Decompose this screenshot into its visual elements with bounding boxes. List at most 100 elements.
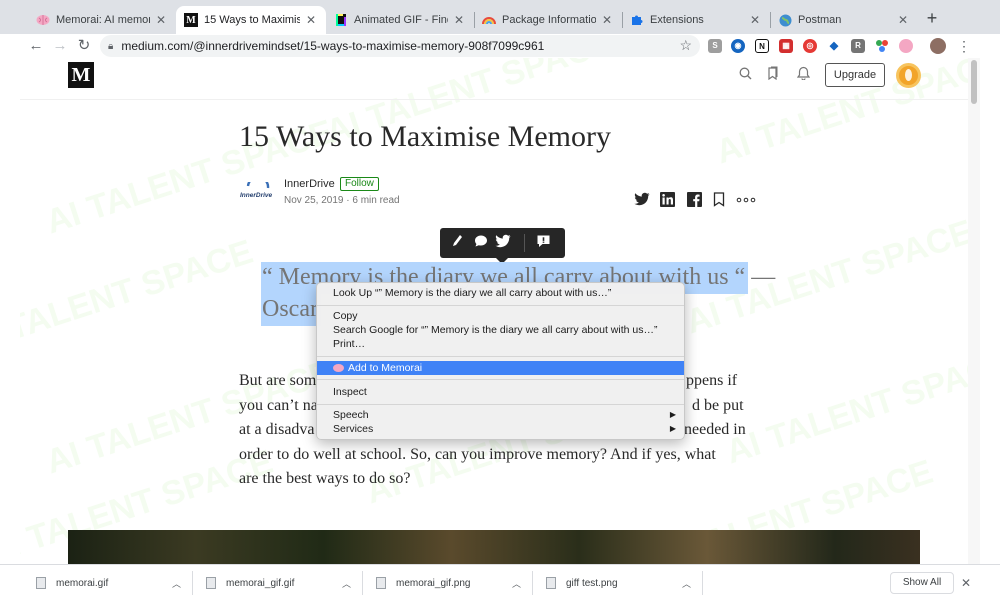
extension-palette-icon[interactable]	[875, 39, 889, 53]
file-icon	[376, 577, 386, 589]
download-item[interactable]: memorai_gif.gif ︿	[206, 565, 356, 600]
article-title: 15 Ways to Maximise Memory	[239, 120, 611, 153]
tab-giphy[interactable]: Animated GIF - Find & S ✕	[326, 6, 474, 34]
submenu-arrow-icon: ▶	[669, 424, 676, 433]
tab-postman[interactable]: Postman ✕	[770, 6, 918, 34]
medium-icon: M	[184, 13, 198, 27]
tab-extensions[interactable]: Extensions ✕	[622, 6, 770, 34]
tab-title: Package Information	[502, 14, 596, 26]
brain-icon	[333, 364, 344, 373]
twitter-share-selection-icon[interactable]	[494, 234, 512, 252]
scrollbar-thumb[interactable]	[971, 60, 977, 104]
chevron-up-icon: ︿	[512, 578, 522, 589]
download-item[interactable]: giff test.png ︿	[546, 565, 696, 600]
notion-icon[interactable]: N	[755, 39, 769, 53]
downloads-bar: memorai.gif ︿ memorai_gif.gif ︿ memorai_gi…	[0, 564, 1000, 600]
submenu-arrow-icon: ▶	[669, 410, 676, 419]
menu-item-search-google[interactable]: Search Google for “” Memory is the diary…	[317, 323, 684, 337]
menu-item-speech[interactable]: Speech ▶	[317, 408, 684, 422]
medium-logo[interactable]: M	[68, 62, 94, 88]
brain-icon	[36, 13, 50, 27]
medium-header: M Upgrade	[20, 58, 968, 100]
browser-toolbar: ← → ↻ 🔒︎ medium.com/@innerdrivemindset/1…	[0, 34, 1000, 58]
extension-diamond-icon[interactable]: ◆	[827, 39, 841, 53]
menu-item-look-up[interactable]: Look Up “” Memory is the diary we all ca…	[317, 286, 684, 300]
menu-item-inspect[interactable]: Inspect	[317, 385, 684, 399]
search-icon[interactable]	[736, 66, 754, 84]
download-item[interactable]: memorai.gif ︿	[36, 565, 186, 600]
chevron-up-icon: ︿	[172, 578, 182, 589]
extension-red-icon[interactable]: ▦	[779, 39, 793, 53]
file-icon	[546, 577, 556, 589]
tab-medium-article[interactable]: M 15 Ways to Maximise M ✕	[176, 6, 326, 34]
giphy-icon	[334, 13, 348, 27]
close-tab-icon[interactable]: ✕	[600, 13, 614, 27]
address-bar[interactable]: 🔒︎ medium.com/@innerdrivemindset/15-ways…	[100, 35, 700, 57]
profile-avatar[interactable]	[930, 38, 946, 54]
reload-button[interactable]: ↻	[74, 36, 94, 56]
tab-package-information[interactable]: Package Information ✕	[474, 6, 622, 34]
menu-item-print[interactable]: Print…	[317, 337, 684, 351]
tab-strip: Memorai: AI memory as ✕ M 15 Ways to Max…	[0, 0, 1000, 34]
paragraph-line: order to do well at school. So, can you …	[239, 446, 716, 463]
close-tab-icon[interactable]: ✕	[154, 13, 168, 27]
rainbow-icon	[482, 13, 496, 27]
download-item[interactable]: memorai_gif.png ︿	[376, 565, 526, 600]
menu-item-copy[interactable]: Copy	[317, 309, 684, 323]
close-tab-icon[interactable]: ✕	[452, 13, 466, 27]
author-logo-text: InnerDrive	[240, 192, 273, 199]
follow-button[interactable]: Follow	[340, 177, 379, 191]
bookmarks-icon[interactable]	[764, 66, 782, 84]
tab-memorai[interactable]: Memorai: AI memory as ✕	[28, 6, 176, 34]
linkedin-share-icon[interactable]	[660, 192, 676, 208]
author-name[interactable]: InnerDrive	[284, 178, 335, 190]
back-button[interactable]: ←	[26, 36, 46, 56]
url-text: medium.com/@innerdrivemindset/15-ways-to…	[121, 39, 545, 53]
forward-button[interactable]: →	[50, 36, 70, 56]
bookmark-icon[interactable]	[713, 192, 729, 208]
menu-kebab-icon[interactable]: ⋮	[954, 36, 974, 56]
article-meta: Nov 25, 2019 · 6 min read	[284, 195, 400, 206]
tab-title: Memorai: AI memory as	[56, 14, 150, 26]
twitter-share-icon[interactable]	[634, 192, 650, 208]
chevron-up-icon: ︿	[342, 578, 352, 589]
close-downloads-bar-icon[interactable]: ✕	[958, 573, 974, 593]
respond-bubble-icon[interactable]	[472, 234, 490, 252]
memorai-extension-icon[interactable]	[899, 39, 913, 53]
bookmark-star-icon[interactable]: ☆	[679, 37, 692, 54]
article-hero-image	[68, 530, 920, 564]
highlight-pen-icon[interactable]	[448, 234, 466, 252]
globe-icon	[778, 13, 792, 27]
paragraph-line: are the best ways to do so?	[239, 470, 411, 487]
context-menu: Look Up “” Memory is the diary we all ca…	[316, 282, 685, 440]
watermark: AI TALENT SPACE	[20, 232, 258, 362]
user-avatar[interactable]	[896, 63, 921, 88]
extension-eye-icon[interactable]: ◉	[731, 39, 745, 53]
file-icon	[206, 577, 216, 589]
highlight-toolbar	[440, 228, 565, 264]
page-scrollbar[interactable]	[968, 58, 980, 564]
file-icon	[36, 577, 46, 589]
extension-s-icon[interactable]: S	[708, 39, 722, 53]
close-tab-icon[interactable]: ✕	[748, 13, 762, 27]
close-tab-icon[interactable]: ✕	[896, 13, 910, 27]
show-all-downloads-button[interactable]: Show All	[890, 572, 954, 594]
tab-title: Extensions	[650, 14, 704, 26]
tab-title: Animated GIF - Find & S	[354, 14, 448, 26]
menu-item-services[interactable]: Services ▶	[317, 422, 684, 436]
innerdrive-logo[interactable]: InnerDrive	[240, 175, 276, 206]
private-note-icon[interactable]	[534, 234, 552, 252]
notifications-bell-icon[interactable]	[794, 66, 812, 84]
new-tab-button[interactable]: +	[922, 9, 942, 29]
chevron-up-icon: ︿	[682, 578, 692, 589]
tab-title: Postman	[798, 14, 842, 26]
menu-item-add-to-memorai[interactable]: Add to Memorai	[317, 361, 684, 375]
tab-title: 15 Ways to Maximise M	[204, 14, 300, 26]
upgrade-button[interactable]: Upgrade	[825, 63, 885, 87]
facebook-share-icon[interactable]	[687, 192, 703, 208]
extension-target-icon[interactable]: ◎	[803, 39, 817, 53]
extension-r-icon[interactable]: R	[851, 39, 865, 53]
pull-quote-line: Oscar	[262, 296, 318, 322]
more-options-icon[interactable]	[736, 192, 756, 208]
close-tab-icon[interactable]: ✕	[304, 13, 318, 27]
